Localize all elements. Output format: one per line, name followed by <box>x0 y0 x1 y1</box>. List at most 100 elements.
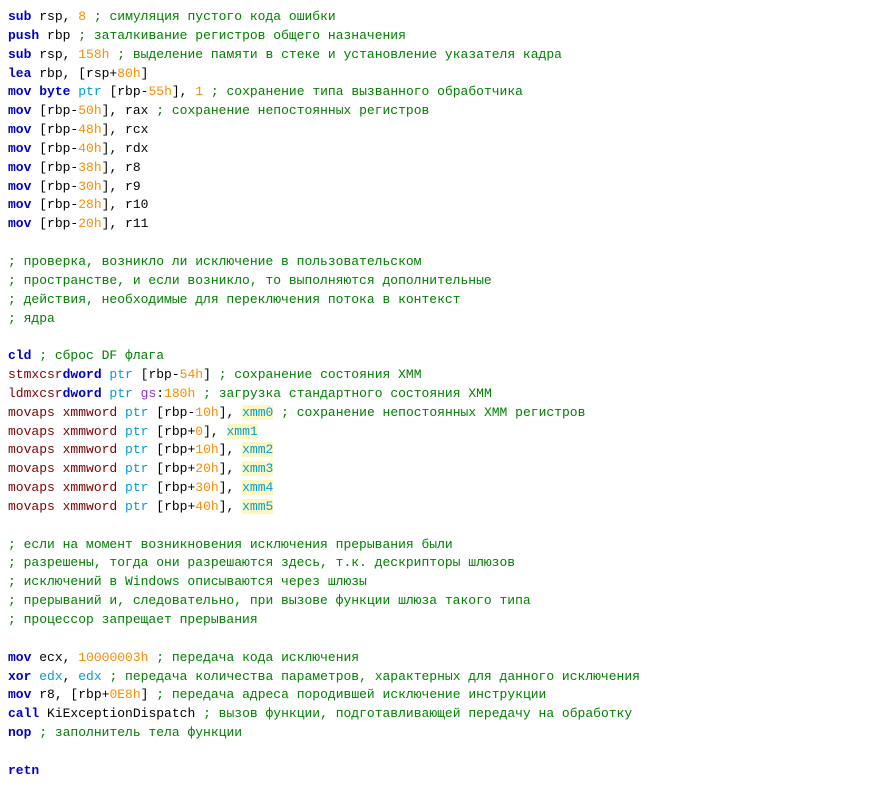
operand-part: ], rdx <box>102 141 149 156</box>
operand-part: KiExceptionDispatch <box>47 706 195 721</box>
operand-part: rsp, <box>39 47 78 62</box>
operand-part: ] <box>141 66 149 81</box>
code-line: ; проверка, возникло ли исключение в пол… <box>8 253 874 272</box>
operand-part: [rbp+ <box>156 461 195 476</box>
operand-part: 180h <box>164 386 195 401</box>
code-line: movaps xmmword ptr [rbp+0], xmm1 <box>8 423 874 442</box>
operand-part: dword <box>63 367 110 382</box>
code-line: movaps xmmword ptr [rbp-10h], xmm0 ; сох… <box>8 404 874 423</box>
mnemonic: push <box>8 28 39 43</box>
operand-part: edx <box>78 669 101 684</box>
mnemonic: movaps <box>8 424 55 439</box>
operand-part: ptr <box>125 499 156 514</box>
code-line: mov ecx, 10000003h ; передача кода исклю… <box>8 649 874 668</box>
operand-part: : <box>156 386 164 401</box>
code-line: mov [rbp-50h], rax ; сохранение непостоя… <box>8 102 874 121</box>
code-line: mov [rbp-40h], rdx <box>8 140 874 159</box>
operand-part: ], rax <box>102 103 149 118</box>
mnemonic: ldmxcsr <box>8 386 63 401</box>
comment-line: ; если на момент возникновения исключени… <box>8 537 453 552</box>
operand-part: ptr <box>125 405 156 420</box>
comment-line: ; прерываний и, следовательно, при вызов… <box>8 593 531 608</box>
code-line: xor edx, edx ; передача количества парам… <box>8 668 874 687</box>
code-line: cld ; сброс DF флага <box>8 347 874 366</box>
operand-part: ], <box>219 442 242 457</box>
operand-part: [rbp+ <box>156 442 195 457</box>
operand-part: xmm3 <box>242 461 273 476</box>
operand-part: ], <box>203 424 226 439</box>
operand-part: 30h <box>195 480 218 495</box>
operand-part: edx <box>39 669 62 684</box>
operand-part: ptr <box>125 480 156 495</box>
code-line: movaps xmmword ptr [rbp+40h], xmm5 <box>8 498 874 517</box>
mnemonic: mov <box>8 122 31 137</box>
code-line: call KiExceptionDispatch ; вызов функции… <box>8 705 874 724</box>
operand-part: ptr <box>125 442 156 457</box>
code-line <box>8 630 874 649</box>
operand-part: xmmword <box>63 424 125 439</box>
operand-part: rbp <box>47 28 70 43</box>
mnemonic: mov <box>8 160 31 175</box>
operand-part: 10h <box>195 405 218 420</box>
operand-part: xmm4 <box>242 480 273 495</box>
comment-line: ; действия, необходимые для переключения… <box>8 292 460 307</box>
operand-part: ptr <box>109 386 140 401</box>
comment-line: ; проверка, возникло ли исключение в пол… <box>8 254 421 269</box>
comment-line: ; пространстве, и если возникло, то выпо… <box>8 273 492 288</box>
mnemonic: mov <box>8 650 31 665</box>
operand-part: xmm5 <box>242 499 273 514</box>
code-line: movaps xmmword ptr [rbp+30h], xmm4 <box>8 479 874 498</box>
code-line: mov byte ptr [rbp-55h], 1 ; сохранение т… <box>8 83 874 102</box>
comment-line: ; ядра <box>8 311 55 326</box>
code-line: ; пространстве, и если возникло, то выпо… <box>8 272 874 291</box>
code-line: ; прерываний и, следовательно, при вызов… <box>8 592 874 611</box>
inline-comment: ; сохранение типа вызванного обработчика <box>211 84 523 99</box>
code-line <box>8 517 874 536</box>
operand-part: 20h <box>78 216 101 231</box>
operand-part: ], r11 <box>102 216 149 231</box>
code-line: sub rsp, 8 ; симуляция пустого кода ошиб… <box>8 8 874 27</box>
operand-part: [rbp- <box>109 84 148 99</box>
operand-part: 10000003h <box>78 650 148 665</box>
operand-part: 30h <box>78 179 101 194</box>
operand-part: 0E8h <box>109 687 140 702</box>
comment-line: ; процессор запрещает прерывания <box>8 612 258 627</box>
code-line: movaps xmmword ptr [rbp+10h], xmm2 <box>8 441 874 460</box>
inline-comment: ; передача адреса породившей исключение … <box>156 687 546 702</box>
operand-part: ptr <box>125 461 156 476</box>
operand-part: 10h <box>195 442 218 457</box>
operand-part: xmm2 <box>242 442 273 457</box>
mnemonic: mov <box>8 216 31 231</box>
mnemonic: mov <box>8 687 31 702</box>
mnemonic: movaps <box>8 461 55 476</box>
mnemonic: movaps <box>8 442 55 457</box>
code-line: ; если на момент возникновения исключени… <box>8 536 874 555</box>
operand-part: ecx, <box>39 650 78 665</box>
operand-part: 158h <box>78 47 109 62</box>
mnemonic: xor <box>8 669 31 684</box>
operand-part: ] <box>203 367 211 382</box>
operand-part: ], <box>219 405 242 420</box>
mnemonic: call <box>8 706 39 721</box>
operand-part: 48h <box>78 122 101 137</box>
mnemonic: nop <box>8 725 31 740</box>
operand-part: 38h <box>78 160 101 175</box>
operand-part: [rbp- <box>39 160 78 175</box>
mnemonic: movaps <box>8 499 55 514</box>
code-line: mov [rbp-48h], rcx <box>8 121 874 140</box>
operand-part: ], <box>219 461 242 476</box>
code-line: retn <box>8 762 874 781</box>
code-line: mov [rbp-28h], r10 <box>8 196 874 215</box>
operand-part: [rbp+ <box>156 424 195 439</box>
mnemonic: sub <box>8 47 31 62</box>
code-line: nop ; заполнитель тела функции <box>8 724 874 743</box>
code-line <box>8 234 874 253</box>
operand-part: 55h <box>148 84 171 99</box>
code-line: ; ядра <box>8 310 874 329</box>
inline-comment: ; вызов функции, подготавливающей переда… <box>203 706 632 721</box>
code-line: ; разрешены, тогда они разрешаются здесь… <box>8 554 874 573</box>
operand-part: [rbp- <box>39 122 78 137</box>
inline-comment: ; сохранение непостоянных XMM регистров <box>281 405 585 420</box>
inline-comment: ; сброс DF флага <box>39 348 164 363</box>
operand-part: r8, [rbp+ <box>39 687 109 702</box>
